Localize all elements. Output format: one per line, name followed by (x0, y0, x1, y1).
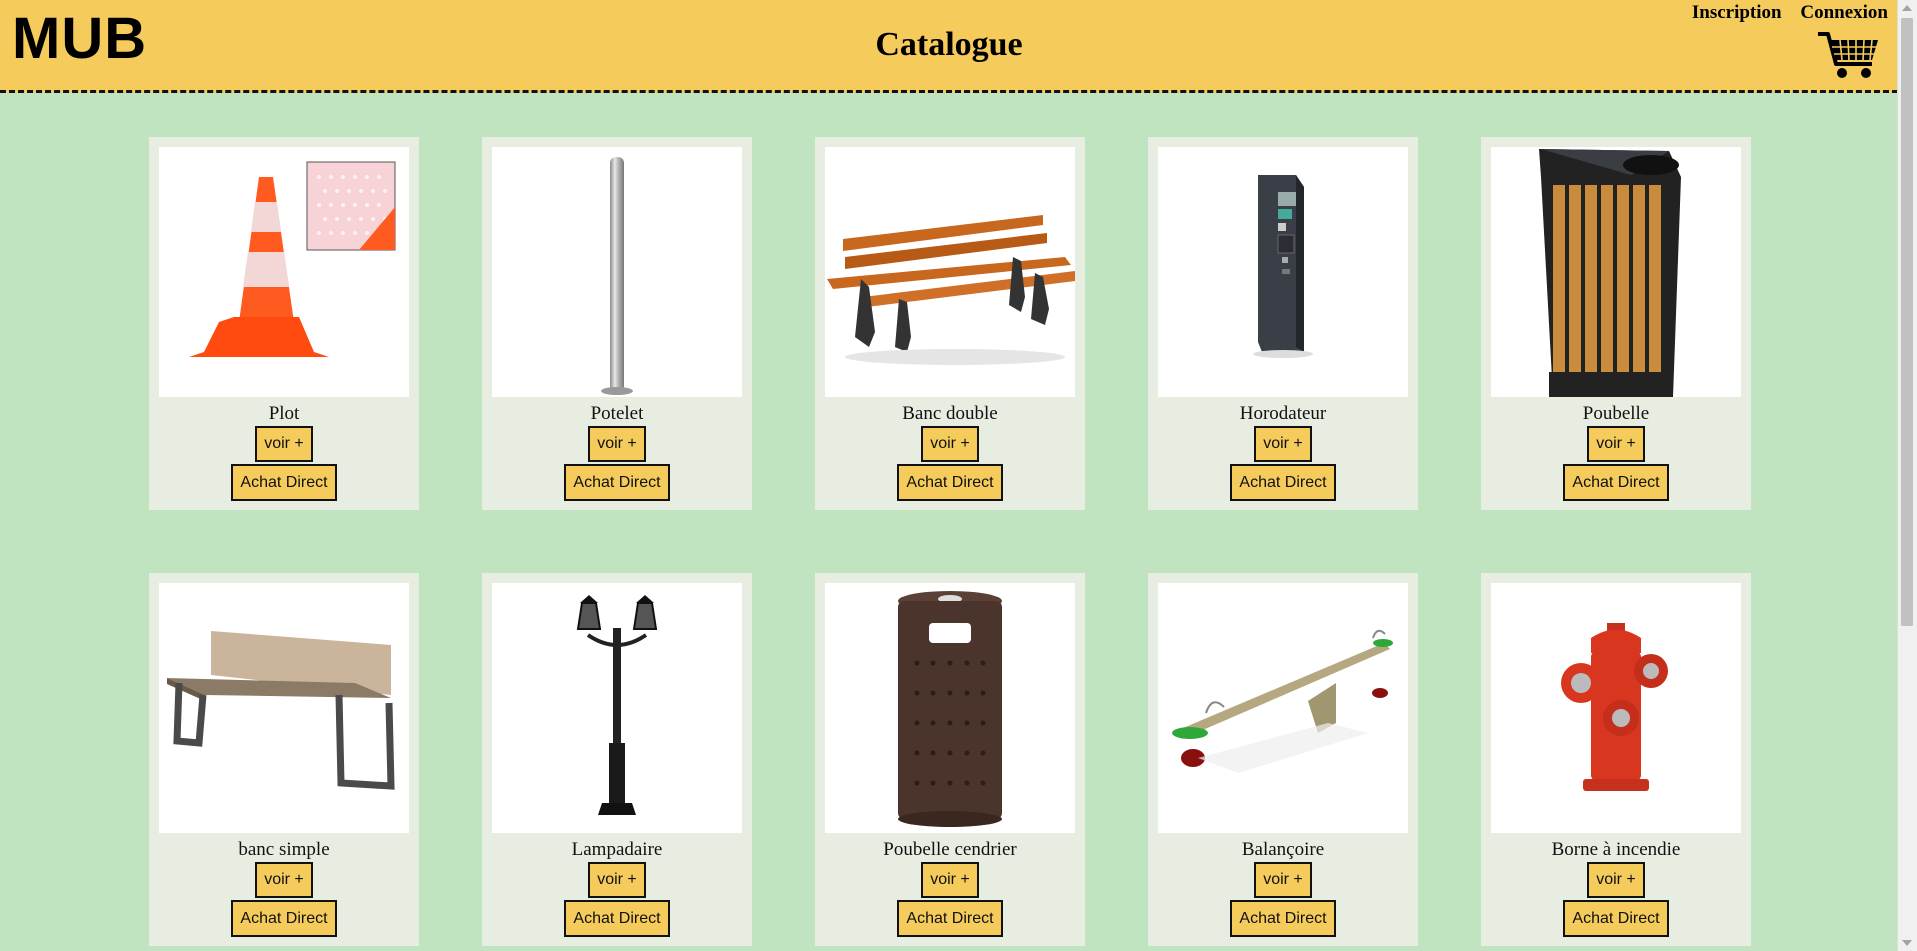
view-more-button[interactable]: voir + (1254, 426, 1312, 462)
product-card: Plot voir + Achat Direct (149, 137, 419, 510)
product-grid: Plot voir + Achat Direct Potelet voir + … (149, 137, 1751, 946)
product-name: Potelet (590, 403, 644, 424)
view-more-button[interactable]: voir + (921, 426, 979, 462)
product-image[interactable] (1491, 147, 1741, 397)
product-image[interactable] (1158, 147, 1408, 397)
product-card: Poubelle voir + Achat Direct (1481, 137, 1751, 510)
signup-link[interactable]: Inscription (1692, 2, 1782, 23)
auth-links: Inscription Connexion (1678, 2, 1888, 24)
buy-direct-button[interactable]: Achat Direct (231, 464, 337, 501)
view-more-button[interactable]: voir + (588, 862, 646, 898)
scrollbar-thumb[interactable] (1901, 18, 1913, 626)
scroll-up-arrow-icon[interactable] (1902, 5, 1912, 11)
buy-direct-button[interactable]: Achat Direct (564, 464, 670, 501)
page-title: Catalogue (875, 26, 1023, 63)
street-lamp-image (576, 595, 658, 815)
product-name: Poubelle cendrier (883, 839, 1017, 860)
view-more-button[interactable]: voir + (255, 426, 313, 462)
parking-meter-image (1253, 175, 1313, 358)
product-card: banc simple voir + Achat Direct (149, 573, 419, 946)
buy-direct-button[interactable]: Achat Direct (231, 900, 337, 937)
product-name: Poubelle (1582, 403, 1650, 424)
product-card: Poubelle cendrier voir + Achat Direct (815, 573, 1085, 946)
product-name: Balançoire (1241, 839, 1325, 860)
buy-direct-button[interactable]: Achat Direct (1563, 900, 1669, 937)
seesaw-image (1172, 629, 1393, 773)
site-header: MUB Catalogue Inscription Connexion (0, 0, 1898, 93)
view-more-button[interactable]: voir + (588, 426, 646, 462)
ashtray-bin-image (898, 591, 1002, 827)
product-image[interactable] (1158, 583, 1408, 833)
login-link[interactable]: Connexion (1800, 2, 1888, 23)
product-image[interactable] (159, 147, 409, 397)
simple-bench-image (167, 631, 395, 790)
product-card: Potelet voir + Achat Direct (482, 137, 752, 510)
fire-hydrant-image (1561, 623, 1668, 791)
product-image[interactable] (492, 583, 742, 833)
wooden-bin-image (1539, 149, 1681, 397)
product-image[interactable] (159, 583, 409, 833)
product-image[interactable] (492, 147, 742, 397)
view-more-button[interactable]: voir + (1587, 862, 1645, 898)
product-card: Horodateur voir + Achat Direct (1148, 137, 1418, 510)
view-more-button[interactable]: voir + (255, 862, 313, 898)
product-card: Banc double voir + Achat Direct (815, 137, 1085, 510)
view-more-button[interactable]: voir + (1254, 862, 1312, 898)
traffic-cone-image (189, 161, 396, 357)
buy-direct-button[interactable]: Achat Direct (1230, 464, 1336, 501)
buy-direct-button[interactable]: Achat Direct (1230, 900, 1336, 937)
product-card: Balançoire voir + Achat Direct (1148, 573, 1418, 946)
cart-icon[interactable] (1816, 28, 1880, 80)
product-name: Plot (268, 403, 300, 424)
buy-direct-button[interactable]: Achat Direct (897, 900, 1003, 937)
view-more-button[interactable]: voir + (921, 862, 979, 898)
scroll-down-arrow-icon[interactable] (1902, 940, 1912, 946)
product-image[interactable] (825, 147, 1075, 397)
product-name: Lampadaire (571, 839, 663, 860)
vertical-scrollbar[interactable] (1897, 0, 1917, 951)
buy-direct-button[interactable]: Achat Direct (897, 464, 1003, 501)
product-name: Banc double (902, 403, 998, 424)
product-image[interactable] (825, 583, 1075, 833)
double-bench-image (827, 215, 1075, 365)
buy-direct-button[interactable]: Achat Direct (564, 900, 670, 937)
product-name: banc simple (238, 839, 330, 860)
product-image[interactable] (1491, 583, 1741, 833)
product-card: Lampadaire voir + Achat Direct (482, 573, 752, 946)
buy-direct-button[interactable]: Achat Direct (1563, 464, 1669, 501)
bollard-image (601, 157, 633, 395)
product-card: Borne à incendie voir + Achat Direct (1481, 573, 1751, 946)
view-more-button[interactable]: voir + (1587, 426, 1645, 462)
product-name: Horodateur (1239, 403, 1327, 424)
product-name: Borne à incendie (1551, 839, 1681, 860)
